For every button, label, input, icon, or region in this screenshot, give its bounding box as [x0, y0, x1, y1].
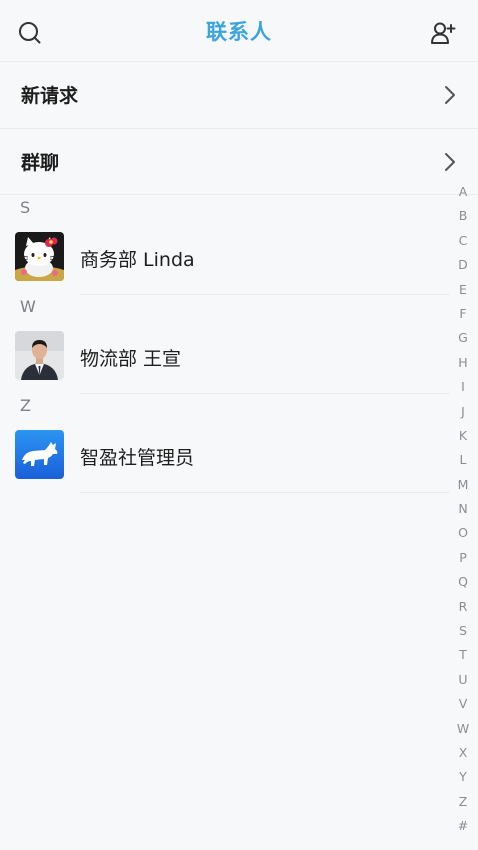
index-letter[interactable]: G: [448, 326, 478, 350]
index-letter[interactable]: M: [448, 473, 478, 497]
page-title: 联系人: [206, 20, 272, 44]
person-photo-avatar: [15, 331, 64, 380]
index-letter[interactable]: O: [448, 521, 478, 545]
index-letter[interactable]: I: [448, 375, 478, 399]
section-header-z: Z: [20, 396, 31, 415]
contact-name: 商务部 Linda: [80, 249, 195, 271]
chevron-right-icon: [445, 86, 455, 104]
index-letter[interactable]: F: [448, 302, 478, 326]
new-requests-label: 新请求: [21, 85, 79, 107]
index-letter[interactable]: Z: [448, 790, 478, 814]
index-letter[interactable]: Q: [448, 570, 478, 594]
section-header-w: W: [20, 297, 36, 316]
index-letter[interactable]: D: [448, 253, 478, 277]
index-letter[interactable]: #: [448, 814, 478, 838]
index-letter[interactable]: B: [448, 204, 478, 228]
index-letter[interactable]: W: [448, 717, 478, 741]
index-letter[interactable]: X: [448, 741, 478, 765]
index-letter[interactable]: J: [448, 400, 478, 424]
contacts-screen: 联系人 新请求 群聊 S 商务部 Linda W 物流部 王宣 Z 智盈社管理员…: [0, 0, 478, 850]
index-letter[interactable]: N: [448, 497, 478, 521]
index-letter[interactable]: H: [448, 351, 478, 375]
index-letter[interactable]: A: [448, 180, 478, 204]
top-bar: 联系人: [0, 0, 478, 62]
divider: [0, 194, 478, 195]
contact-row-wangxuan[interactable]: 物流部 王宣: [0, 319, 450, 418]
index-letter[interactable]: T: [448, 643, 478, 667]
add-contact-button[interactable]: [430, 19, 458, 47]
index-letter[interactable]: L: [448, 448, 478, 472]
bull-logo-avatar: [15, 430, 64, 479]
index-letter[interactable]: Y: [448, 765, 478, 789]
hello-kitty-avatar: [15, 232, 64, 281]
search-button[interactable]: [16, 19, 44, 47]
index-letter[interactable]: K: [448, 424, 478, 448]
search-icon: [19, 22, 41, 44]
alphabet-index[interactable]: A B C D E F G H I J K L M N O P Q R S T U V W X Y Z #: [448, 180, 478, 839]
section-header-s: S: [20, 198, 31, 217]
group-chats-label: 群聊: [21, 152, 60, 174]
contact-name: 智盈社管理员: [80, 447, 195, 469]
contact-row-linda[interactable]: 商务部 Linda: [0, 220, 450, 319]
group-chats-row[interactable]: 群聊: [0, 128, 478, 194]
row-divider: [80, 393, 450, 394]
index-letter[interactable]: E: [448, 278, 478, 302]
add-contact-icon: [431, 22, 456, 44]
index-letter[interactable]: S: [448, 619, 478, 643]
row-divider: [80, 294, 450, 295]
row-divider: [80, 492, 450, 493]
contact-name: 物流部 王宣: [80, 348, 182, 370]
new-requests-row[interactable]: 新请求: [0, 61, 478, 127]
index-letter[interactable]: R: [448, 595, 478, 619]
contact-row-admin[interactable]: 智盈社管理员: [0, 418, 450, 517]
index-letter[interactable]: C: [448, 229, 478, 253]
chevron-right-icon: [445, 153, 455, 171]
index-letter[interactable]: P: [448, 546, 478, 570]
index-letter[interactable]: V: [448, 692, 478, 716]
index-letter[interactable]: U: [448, 668, 478, 692]
